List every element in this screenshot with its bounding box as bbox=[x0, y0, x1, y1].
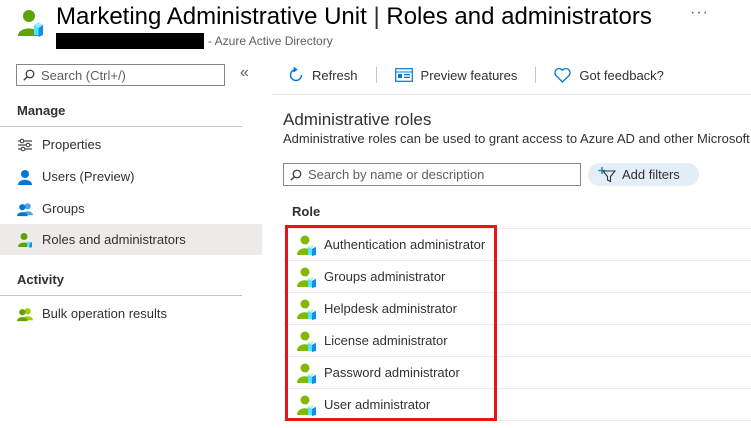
filter-add-icon bbox=[598, 166, 616, 182]
properties-icon bbox=[17, 137, 33, 153]
sidebar-search-placeholder: Search (Ctrl+/) bbox=[41, 67, 126, 83]
section-description: Administrative roles can be used to gran… bbox=[283, 131, 750, 146]
refresh-icon bbox=[289, 67, 303, 82]
add-filters-button[interactable]: Add filters bbox=[588, 163, 699, 186]
search-icon bbox=[290, 169, 302, 181]
add-filters-label: Add filters bbox=[622, 167, 680, 182]
user-icon bbox=[17, 169, 33, 185]
toolbar-separator bbox=[535, 67, 537, 83]
sidebar-search-input[interactable]: Search (Ctrl+/) bbox=[16, 64, 225, 86]
page-title: Marketing Administrative Unit | Roles an… bbox=[56, 3, 652, 31]
activity-divider bbox=[0, 295, 242, 296]
refresh-label: Refresh bbox=[312, 67, 358, 83]
toolbar-divider bbox=[272, 94, 751, 95]
sidebar-item-groups[interactable]: Groups bbox=[0, 193, 262, 224]
sidebar-item-bulk-operation-results[interactable]: Bulk operation results bbox=[0, 298, 262, 329]
refresh-button[interactable]: Refresh bbox=[288, 67, 358, 83]
preview-features-button[interactable]: Preview features bbox=[394, 67, 518, 83]
manage-section-label: Manage bbox=[17, 103, 66, 118]
roles-icon bbox=[17, 232, 33, 248]
heart-icon bbox=[554, 67, 572, 83]
section-title: Administrative roles bbox=[283, 110, 432, 129]
bulk-icon bbox=[17, 306, 33, 322]
page-title-main: Marketing Administrative Unit bbox=[56, 3, 367, 30]
highlight-box bbox=[285, 225, 497, 421]
sidebar-item-properties[interactable]: Properties bbox=[0, 129, 262, 160]
got-feedback-label: Got feedback? bbox=[579, 67, 664, 83]
sidebar-item-label: Roles and administrators bbox=[42, 232, 186, 247]
admin-unit-icon bbox=[16, 8, 46, 38]
sidebar-item-label: Users (Preview) bbox=[42, 169, 135, 184]
manage-divider bbox=[0, 126, 242, 127]
page-title-section: Roles and administrators bbox=[386, 3, 652, 30]
activity-section-label: Activity bbox=[17, 272, 64, 287]
sidebar-item-users[interactable]: Users (Preview) bbox=[0, 161, 262, 192]
roles-search-placeholder: Search by name or description bbox=[308, 167, 485, 182]
toolbar: Refresh Preview features Got feedback? bbox=[288, 64, 682, 86]
toolbar-separator bbox=[375, 67, 377, 83]
preview-features-label: Preview features bbox=[420, 67, 518, 83]
sidebar-item-label: Bulk operation results bbox=[42, 306, 168, 321]
groups-icon bbox=[17, 201, 33, 217]
more-options-button[interactable]: ··· bbox=[690, 4, 709, 22]
column-header-role[interactable]: Role bbox=[292, 204, 320, 219]
roles-search-input[interactable]: Search by name or description bbox=[283, 163, 581, 186]
collapse-sidebar-button[interactable]: « bbox=[240, 64, 249, 82]
sidebar-item-label: Properties bbox=[42, 137, 102, 152]
title-separator: | bbox=[366, 3, 387, 30]
got-feedback-button[interactable]: Got feedback? bbox=[554, 67, 664, 83]
sidebar-item-roles-and-administrators[interactable]: Roles and administrators bbox=[0, 224, 262, 255]
redacted-tenant-name bbox=[56, 33, 204, 49]
sidebar-item-label: Groups bbox=[42, 201, 85, 216]
page-subtitle: - Azure Active Directory bbox=[208, 34, 333, 48]
preview-features-icon bbox=[394, 68, 413, 82]
search-icon bbox=[23, 69, 35, 81]
